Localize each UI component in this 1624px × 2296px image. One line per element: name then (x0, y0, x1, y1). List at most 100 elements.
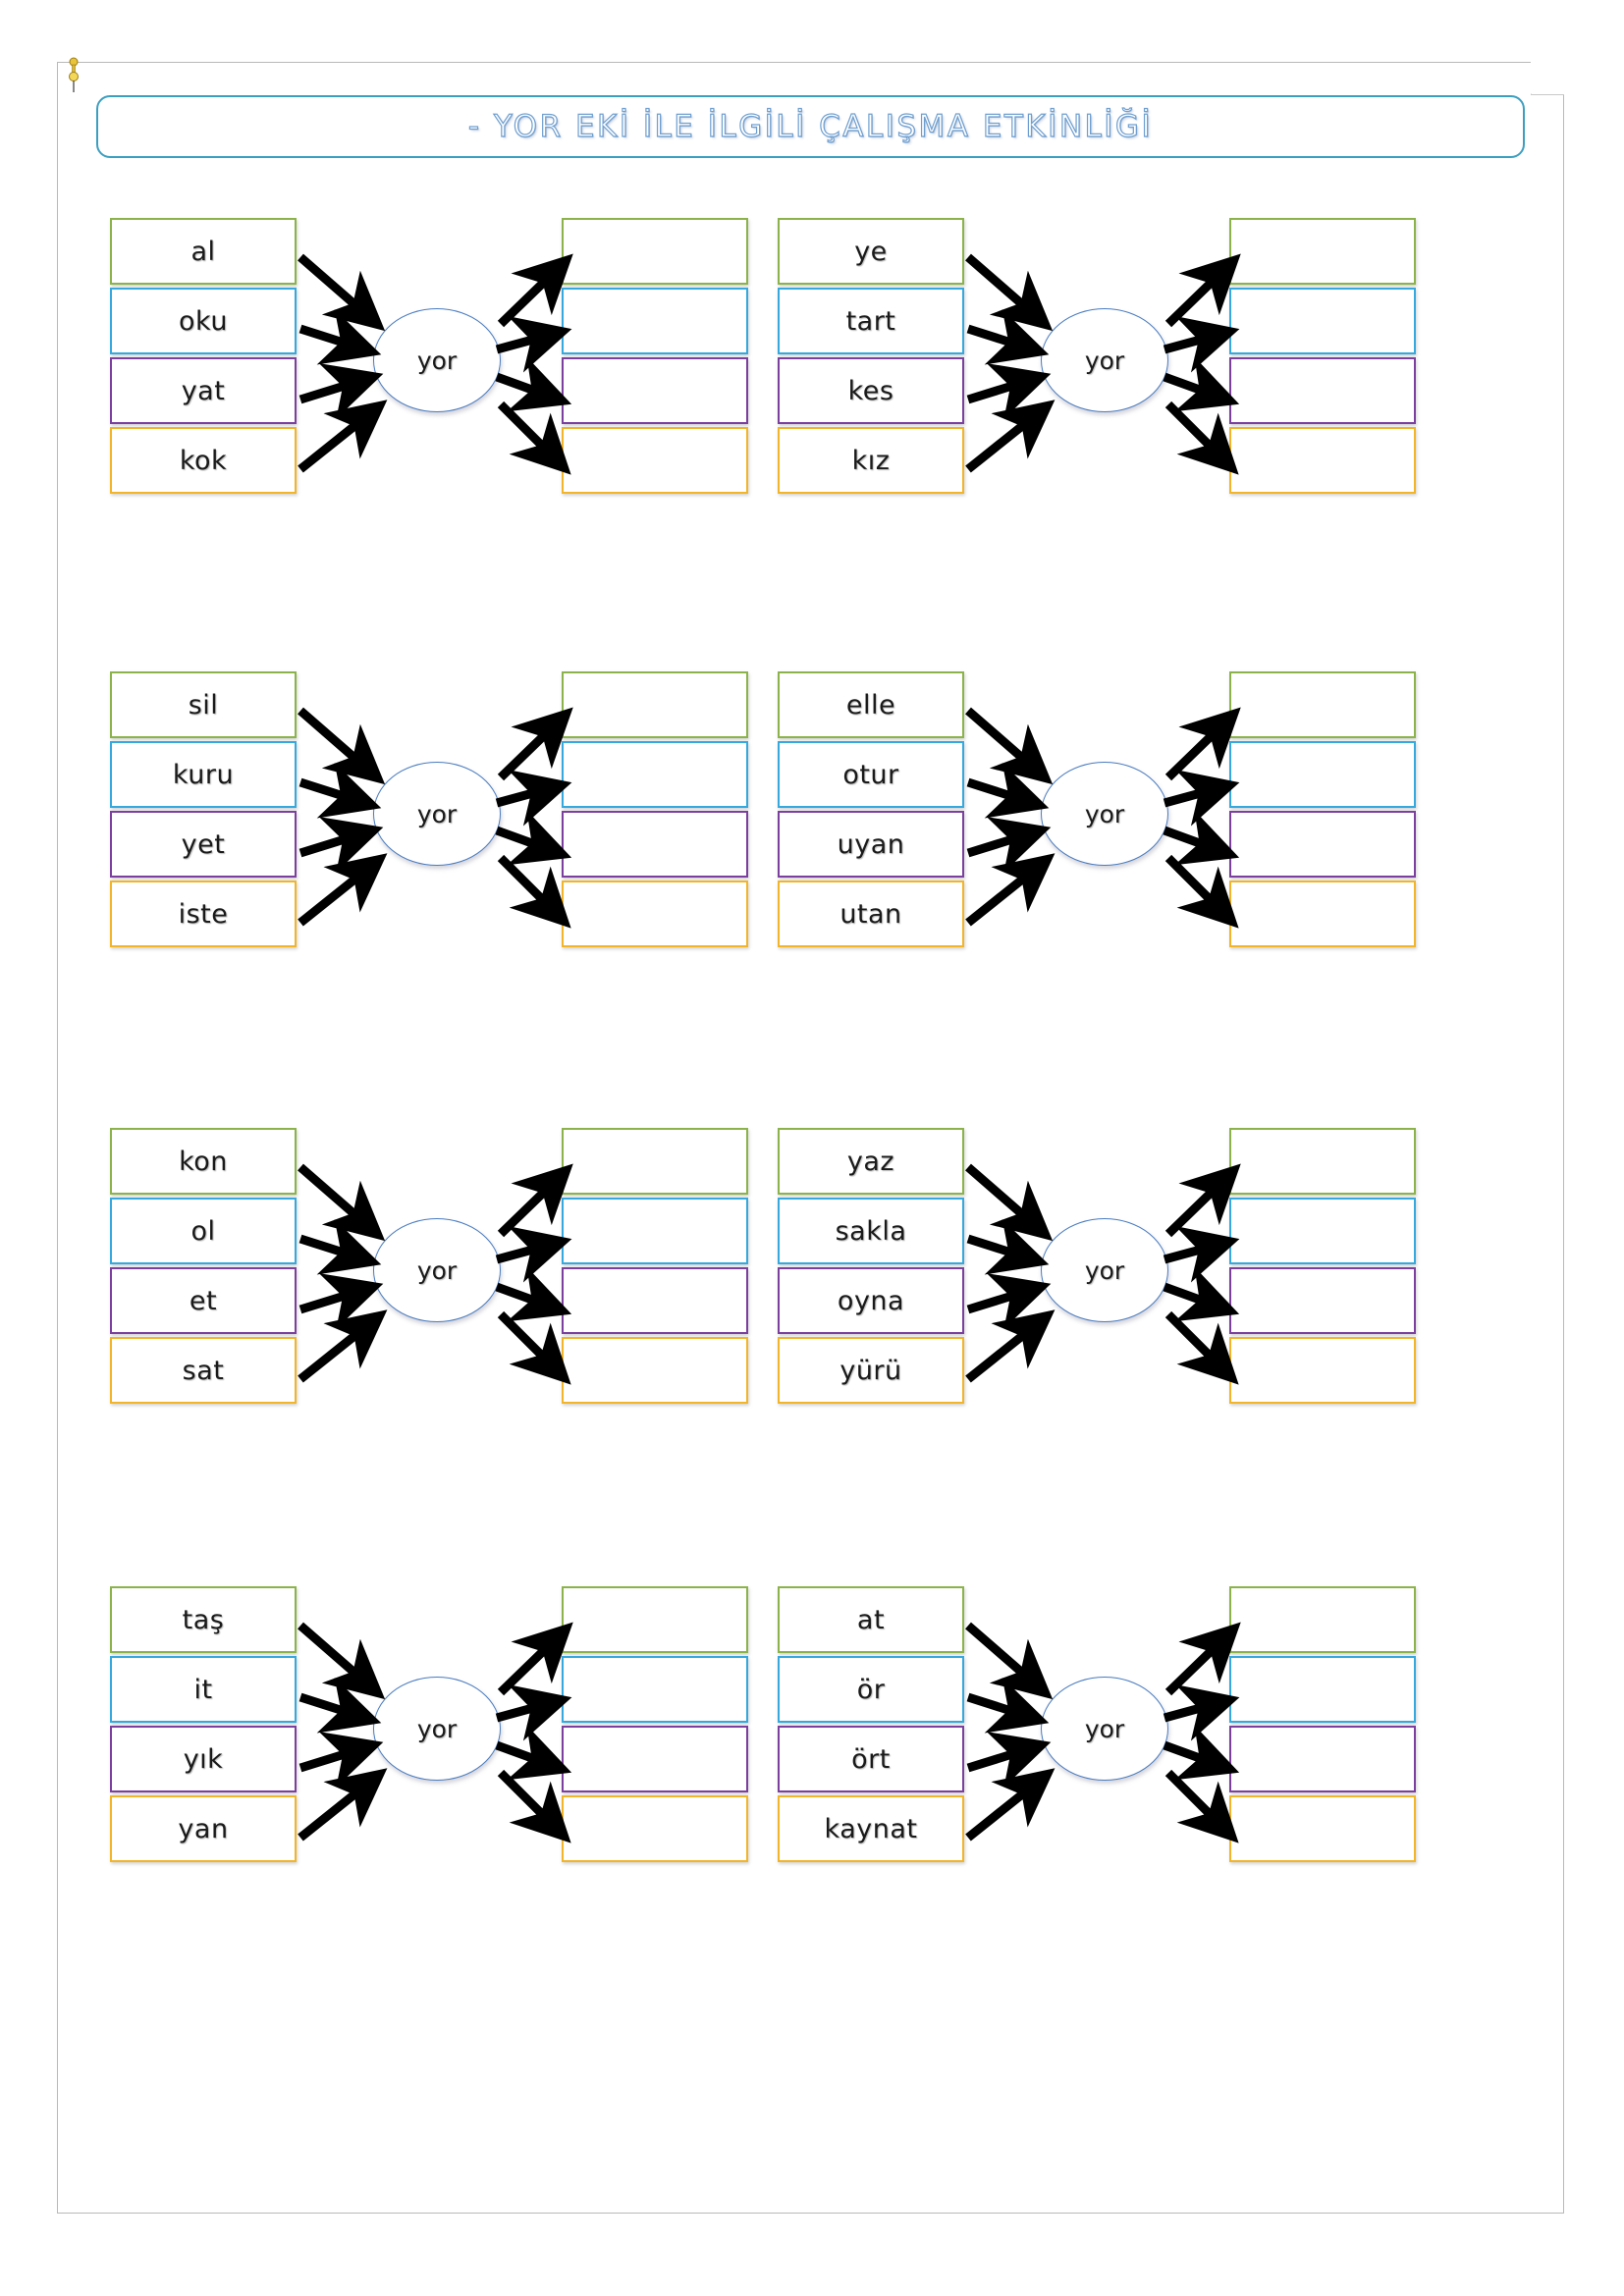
stem-box[interactable]: it (110, 1656, 297, 1723)
stem-column: sil kuru yet iste (110, 671, 297, 947)
stem-box[interactable]: at (778, 1586, 964, 1653)
stem-box[interactable]: ye (778, 218, 964, 285)
answer-box[interactable] (1229, 1795, 1416, 1862)
stem-box[interactable]: kuru (110, 741, 297, 808)
suffix-label: yor (416, 799, 458, 828)
answer-box[interactable] (1229, 288, 1416, 354)
stem-label: utan (839, 898, 902, 930)
answer-box[interactable] (562, 288, 748, 354)
answer-box[interactable] (1229, 1726, 1416, 1792)
suffix-ellipse: yor (1041, 308, 1168, 412)
answer-box[interactable] (562, 218, 748, 285)
stem-box[interactable]: kon (110, 1128, 297, 1195)
exercise-grid: al oku yat kok yor ye tart kes kız yor s… (0, 0, 1624, 2296)
exercise-group-7: taş it yık yan yor (90, 1586, 778, 1881)
stem-label: elle (845, 689, 896, 721)
stem-label: kuru (172, 759, 235, 790)
stem-box[interactable]: sil (110, 671, 297, 738)
stem-box[interactable]: yet (110, 811, 297, 878)
stem-box[interactable]: iste (110, 881, 297, 947)
answer-box[interactable] (562, 1267, 748, 1334)
stem-box[interactable]: yık (110, 1726, 297, 1792)
answer-box[interactable] (562, 357, 748, 424)
suffix-label: yor (416, 1255, 458, 1285)
exercise-group-3: sil kuru yet iste yor (90, 671, 778, 966)
answer-box[interactable] (562, 1198, 748, 1264)
stem-box[interactable]: otur (778, 741, 964, 808)
answer-box[interactable] (562, 1795, 748, 1862)
stem-label: sil (188, 689, 219, 721)
stem-label: ol (190, 1215, 216, 1247)
stem-box[interactable]: taş (110, 1586, 297, 1653)
answer-box[interactable] (1229, 1267, 1416, 1334)
stem-label: oyna (837, 1285, 905, 1316)
stem-box[interactable]: oyna (778, 1267, 964, 1334)
stem-label: otur (842, 759, 899, 790)
stem-column: kon ol et sat (110, 1128, 297, 1404)
stem-label: kaynat (824, 1813, 918, 1844)
stem-box[interactable]: yat (110, 357, 297, 424)
stem-label: yık (183, 1743, 224, 1775)
stem-box[interactable]: kok (110, 427, 297, 494)
stem-box[interactable]: utan (778, 881, 964, 947)
answer-box[interactable] (1229, 1656, 1416, 1723)
suffix-ellipse: yor (1041, 1677, 1168, 1781)
answer-box[interactable] (562, 1337, 748, 1404)
stem-box[interactable]: sat (110, 1337, 297, 1404)
stem-box[interactable]: ör (778, 1656, 964, 1723)
answer-box[interactable] (1229, 218, 1416, 285)
answer-column (562, 1586, 748, 1862)
answer-box[interactable] (1229, 1337, 1416, 1404)
stem-box[interactable]: sakla (778, 1198, 964, 1264)
answer-box[interactable] (1229, 671, 1416, 738)
answer-box[interactable] (562, 811, 748, 878)
answer-box[interactable] (562, 1128, 748, 1195)
stem-box[interactable]: tart (778, 288, 964, 354)
answer-box[interactable] (562, 1656, 748, 1723)
answer-box[interactable] (562, 1586, 748, 1653)
stem-box[interactable]: et (110, 1267, 297, 1334)
answer-box[interactable] (1229, 741, 1416, 808)
stem-box[interactable]: yan (110, 1795, 297, 1862)
stem-box[interactable]: ört (778, 1726, 964, 1792)
stem-label: tart (845, 305, 896, 337)
stem-box[interactable]: uyan (778, 811, 964, 878)
answer-box[interactable] (1229, 811, 1416, 878)
answer-column (1229, 1586, 1416, 1862)
suffix-ellipse: yor (373, 1677, 501, 1781)
answer-box[interactable] (1229, 357, 1416, 424)
stem-box[interactable]: yürü (778, 1337, 964, 1404)
answer-box[interactable] (1229, 1586, 1416, 1653)
stem-box[interactable]: kaynat (778, 1795, 964, 1862)
worksheet-page: - YOR EKİ İLE İLGİLİ ÇALIŞMA ETKİNLİĞİ a… (0, 0, 1624, 2296)
answer-box[interactable] (1229, 1198, 1416, 1264)
stem-label: yet (181, 828, 226, 860)
answer-box[interactable] (562, 427, 748, 494)
suffix-label: yor (1084, 1714, 1125, 1743)
stem-column: yaz sakla oyna yürü (778, 1128, 964, 1404)
answer-box[interactable] (562, 881, 748, 947)
stem-box[interactable]: yaz (778, 1128, 964, 1195)
stem-box[interactable]: kes (778, 357, 964, 424)
suffix-label: yor (416, 346, 458, 375)
answer-box[interactable] (1229, 427, 1416, 494)
stem-column: ye tart kes kız (778, 218, 964, 494)
stem-label: yürü (839, 1355, 902, 1386)
answer-box[interactable] (562, 1726, 748, 1792)
stem-box[interactable]: kız (778, 427, 964, 494)
stem-label: sat (182, 1355, 225, 1386)
stem-label: ör (856, 1674, 886, 1705)
stem-column: elle otur uyan utan (778, 671, 964, 947)
stem-box[interactable]: oku (110, 288, 297, 354)
stem-column: at ör ört kaynat (778, 1586, 964, 1862)
answer-box[interactable] (562, 671, 748, 738)
stem-box[interactable]: al (110, 218, 297, 285)
stem-box[interactable]: elle (778, 671, 964, 738)
answer-box[interactable] (562, 741, 748, 808)
stem-label: at (856, 1604, 886, 1635)
stem-box[interactable]: ol (110, 1198, 297, 1264)
answer-box[interactable] (1229, 881, 1416, 947)
suffix-label: yor (416, 1714, 458, 1743)
suffix-ellipse: yor (373, 1218, 501, 1322)
answer-box[interactable] (1229, 1128, 1416, 1195)
